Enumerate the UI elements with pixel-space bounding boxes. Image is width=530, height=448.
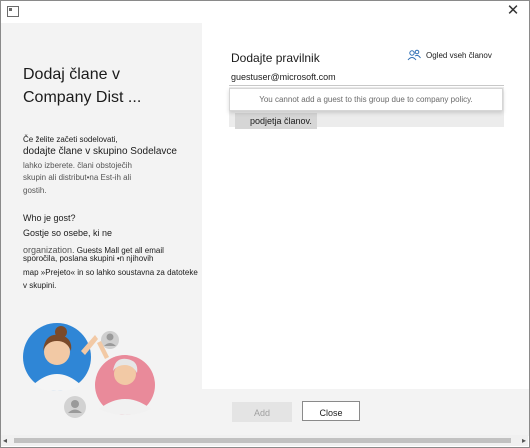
page-title-line1: Dodaj člane v xyxy=(23,66,120,83)
guest-text-line5: v skupini. xyxy=(23,281,57,290)
window-app-icon xyxy=(7,6,19,17)
add-button[interactable]: Add xyxy=(232,402,292,422)
small-avatar-top xyxy=(101,331,119,349)
page-title: Dodaj člane v Company Dist ... xyxy=(23,63,198,109)
avatar-elder xyxy=(95,341,155,415)
scroll-left-icon[interactable]: ◂ xyxy=(3,436,7,445)
guest-text-line4: map »Prejeto« in so lahko soustavna za d… xyxy=(23,268,198,277)
avatar-woman xyxy=(23,323,98,391)
title-bar: ✕ xyxy=(1,1,529,23)
input-underline xyxy=(229,85,504,86)
intro-text-line2: dodajte člane v skupino Sodelavce xyxy=(23,146,177,157)
scrollbar-thumb[interactable] xyxy=(14,438,511,443)
member-search-input[interactable]: guestuser@microsoft.com xyxy=(231,72,336,82)
dialog-title: Dodajte pravilnik xyxy=(231,51,320,65)
close-icon[interactable]: ✕ xyxy=(505,3,521,19)
suggestion-text[interactable]: podjetja članov. xyxy=(250,116,312,126)
small-avatar-left xyxy=(64,396,86,418)
page-title-line2: Company Dist ... xyxy=(23,89,142,106)
dialog-window: ✕ Dodaj člane v Company Dist ... Če želi… xyxy=(0,0,530,448)
view-all-members-link[interactable]: Ogled vseh članov xyxy=(426,51,492,60)
guest-text-line1: Gostje so osebe, ki ne xyxy=(23,228,113,238)
close-button[interactable]: Close xyxy=(302,401,360,421)
intro-text-line3: lahko izberete. člani obstoječih xyxy=(23,161,132,170)
intro-text-line5: gostih. xyxy=(23,186,47,195)
horizontal-scrollbar[interactable]: ◂ ▸ xyxy=(1,435,528,446)
people-icon[interactable] xyxy=(407,49,421,61)
scroll-right-icon[interactable]: ▸ xyxy=(522,436,526,445)
intro-text-line4: skupin ali distribut•na Est-ih ali xyxy=(23,173,132,182)
guest-text-line3: sporočila, poslana skupini •n njihovih xyxy=(23,254,154,263)
intro-text-line1: Če želite začeti sodelovati, xyxy=(23,135,118,144)
policy-tooltip: You cannot add a guest to this group due… xyxy=(229,88,503,111)
guest-heading: Who je gost? xyxy=(23,213,76,223)
people-illustration xyxy=(23,323,155,418)
